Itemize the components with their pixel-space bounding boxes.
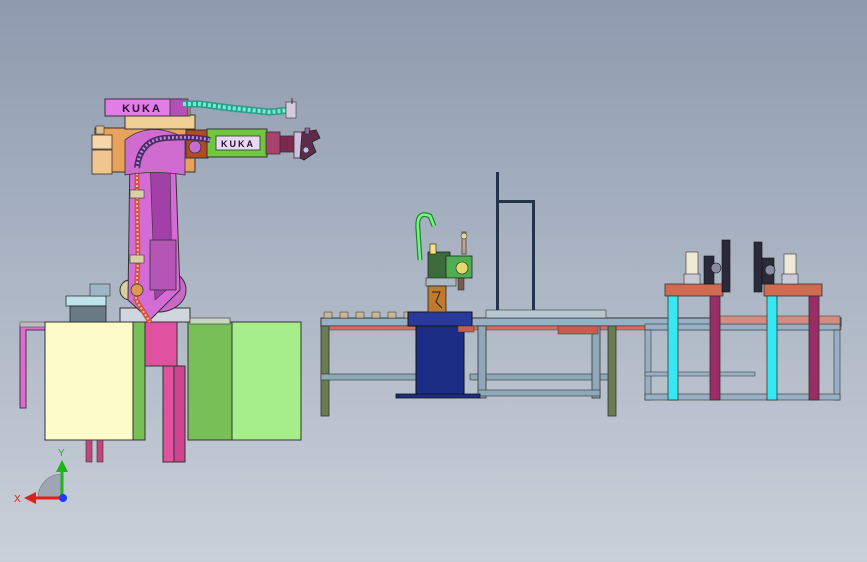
- dispenser-pedestal-foot: [395, 393, 481, 399]
- kuka-arm-logo: KUKA: [221, 139, 255, 149]
- kuka-top-logo: KUKA: [122, 103, 162, 115]
- table-leg-3: [591, 325, 601, 399]
- fixture-frame-leg-left: [644, 329, 652, 401]
- z-axis-dot: [59, 494, 67, 502]
- robot-pedestal: [144, 317, 178, 367]
- robot-cell: KUKA KUKA: [19, 98, 321, 463]
- table-accent-red: [557, 325, 599, 335]
- robot-gripper: [293, 127, 321, 161]
- y-axis-arrow: [56, 460, 68, 472]
- green-cabinet-light: [231, 321, 302, 441]
- dispensing-head: [415, 212, 473, 313]
- fixture-1-leg-cyan: [667, 295, 679, 401]
- robot-lower-arm-counterweight: [149, 239, 177, 291]
- wrist-adapter: [279, 135, 295, 153]
- x-axis-arrow: [24, 492, 36, 504]
- fixture-2-arm: [753, 241, 763, 293]
- control-cabinet-side: [132, 321, 146, 441]
- fixture-2-top: [763, 283, 823, 297]
- pendant-bracket: [89, 283, 111, 297]
- shoulder-cap-top: [91, 134, 113, 150]
- cabinet-leg-right: [96, 439, 104, 463]
- left-guard-frame: [19, 324, 47, 409]
- x-axis-label: X: [14, 494, 21, 505]
- fixture-2-knob: [764, 264, 776, 276]
- fixture-2-leg-cyan: [766, 295, 778, 401]
- test-fixtures: [644, 239, 841, 401]
- wrist-flange: [265, 131, 281, 155]
- green-cabinet-dark: [187, 321, 233, 441]
- gantry-frame: [485, 172, 607, 319]
- conveyor-parts: [323, 311, 413, 319]
- cad-viewport[interactable]: KUKA KUKA Y X: [0, 0, 867, 562]
- robot-upper-arm: [124, 114, 196, 130]
- table-leg-2: [477, 325, 487, 399]
- fixture-2-probe-base: [781, 273, 799, 285]
- hose-coupling: [130, 283, 144, 297]
- shoulder-cap-left: [91, 149, 113, 175]
- y-axis-label: Y: [58, 448, 65, 459]
- robot-pedestal-leg-left: [162, 365, 175, 463]
- assembly-drawing: KUKA KUKA Y X: [14, 98, 842, 505]
- pedestal-red-tab: [457, 325, 475, 333]
- shoulder-bolt: [95, 125, 105, 135]
- top-cable-end-fitting: [285, 101, 297, 119]
- cabinet-leg-left: [85, 439, 93, 463]
- fixture-frame-mid: [644, 371, 756, 377]
- table-rail-side: [469, 373, 611, 381]
- hose-clamp-1: [129, 189, 145, 199]
- fixture-1-probe-base: [683, 273, 701, 285]
- fixture-1-arm: [721, 239, 731, 293]
- hose-clamp-2: [129, 254, 145, 264]
- teach-pendant-holder: [65, 295, 107, 307]
- table-rail-bottom: [477, 389, 601, 397]
- teach-pendant-body: [69, 305, 107, 323]
- robot-pedestal-leg-right: [173, 365, 186, 463]
- axis-triad[interactable]: Y X: [14, 448, 68, 505]
- control-cabinet-front: [44, 321, 134, 441]
- fixture-conveyor-strip: [719, 315, 841, 325]
- fixture-frame-leg-right: [833, 329, 841, 401]
- dispenser-pedestal-column: [415, 325, 465, 397]
- fixture-1-leg-maroon: [709, 295, 721, 401]
- table-rail-low: [320, 373, 417, 381]
- dispenser-pedestal-top: [407, 311, 473, 327]
- green-cabinet-lid: [189, 317, 231, 325]
- wrist-joint-cap: [188, 140, 202, 154]
- fixture-1-top: [664, 283, 724, 297]
- table-leg-4: [607, 325, 617, 417]
- conveyor-station: [320, 172, 842, 417]
- fixture-2-leg-maroon: [808, 295, 820, 401]
- table-leg-1: [320, 325, 330, 417]
- axis-triad-quarter-disc: [37, 473, 63, 499]
- fixture-1-knob: [710, 262, 722, 274]
